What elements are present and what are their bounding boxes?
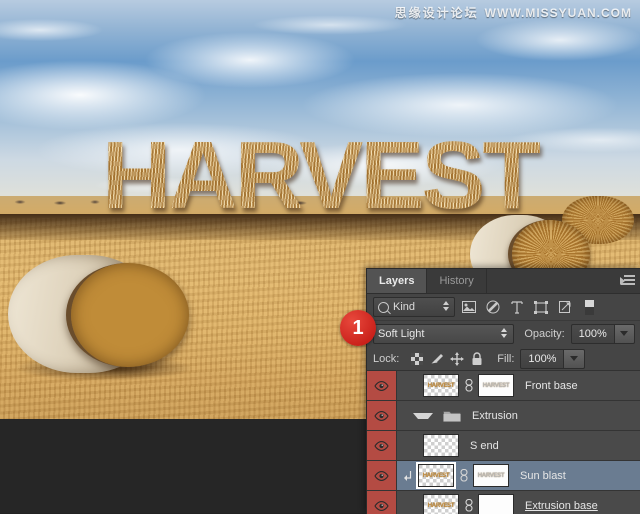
layer-thumbnail[interactable]: HARVEST (416, 462, 456, 489)
lock-image-pixels-icon[interactable] (427, 351, 447, 367)
lock-transparent-pixels-icon[interactable] (407, 351, 427, 367)
watermark-url: WWW.MISSYUAN.COM (484, 6, 632, 20)
layer-thumbnail[interactable] (423, 434, 459, 457)
lock-label: Lock: (373, 352, 400, 365)
filter-toggle-icon[interactable] (579, 298, 599, 316)
link-mask-icon[interactable] (464, 379, 473, 392)
blend-mode-select[interactable]: Soft Light (373, 323, 515, 344)
stepper-arrows-icon (501, 327, 508, 340)
layer-thumbnail[interactable]: HARVEST (423, 494, 459, 514)
table-row[interactable]: Extrusion (367, 401, 640, 431)
panel-menu-icon[interactable] (620, 275, 635, 287)
layer-thumbnail-text: HARVEST (427, 502, 455, 509)
fill-input[interactable]: 100% (520, 348, 565, 369)
layer-visibility-toggle[interactable] (367, 461, 397, 490)
layer-thumbnail-text: HARVEST (422, 472, 450, 479)
stepper-arrows-icon (443, 301, 450, 313)
filter-kind-select[interactable]: Kind (373, 297, 455, 317)
group-expand-triangle-icon[interactable] (413, 412, 433, 419)
lock-position-icon[interactable] (447, 351, 467, 367)
filter-smart-object-icon[interactable] (555, 298, 575, 316)
lock-all-icon[interactable] (467, 351, 487, 367)
filter-type-icon[interactable] (507, 298, 527, 316)
table-row[interactable]: S end (367, 431, 640, 461)
search-icon (378, 301, 389, 313)
folder-icon (443, 409, 461, 422)
table-row[interactable]: HARVEST HARVEST Front base (367, 371, 640, 401)
layer-visibility-toggle[interactable] (367, 431, 397, 460)
layer-visibility-toggle[interactable] (367, 371, 397, 400)
layer-mask-thumbnail[interactable]: HARVEST (478, 374, 514, 397)
lock-fill-row: Lock: Fill: 100% (367, 346, 640, 371)
layer-name-edit-field[interactable]: Extrusion base (525, 500, 598, 512)
layers-list[interactable]: HARVEST HARVEST Front base Extrusion S e… (367, 370, 640, 514)
opacity-input[interactable]: 100% (570, 323, 615, 344)
layer-mask-text: HARVEST (477, 472, 505, 479)
layer-visibility-toggle[interactable] (367, 491, 397, 514)
link-mask-icon[interactable] (464, 499, 473, 512)
fill-dropdown-arrow[interactable] (564, 348, 586, 369)
filter-pixel-icon[interactable] (459, 298, 479, 316)
table-row[interactable]: HARVEST HARVEST Sun blast (367, 461, 640, 491)
fill-label: Fill: (497, 352, 515, 365)
harvest-straw-text: HARVEST (0, 124, 640, 228)
table-row[interactable]: HARVEST Extrusion base (367, 491, 640, 514)
layer-thumbnail-text: HARVEST (427, 382, 455, 389)
blend-opacity-row: Soft Light Opacity: 100% (367, 321, 640, 346)
link-mask-icon[interactable] (459, 469, 468, 482)
tab-history[interactable]: History (427, 269, 487, 293)
layer-name[interactable]: S end (470, 440, 499, 452)
layer-mask-text: HARVEST (482, 382, 510, 389)
site-watermark: 思缘设计论坛 WWW.MISSYUAN.COM (395, 4, 632, 21)
step-number-badge: 1 (340, 310, 376, 346)
filter-kind-label: Kind (393, 301, 416, 313)
tab-layers[interactable]: Layers (367, 269, 428, 293)
layer-thumbnail[interactable]: HARVEST (423, 374, 459, 397)
hay-bale-left (8, 255, 194, 381)
opacity-dropdown-arrow[interactable] (614, 323, 635, 344)
clipping-mask-arrow-icon (403, 470, 413, 482)
filter-adjustment-icon[interactable] (483, 298, 503, 316)
panel-tab-bar: Layers History (367, 269, 640, 294)
layer-mask-thumbnail[interactable]: HARVEST (473, 464, 509, 487)
blend-mode-value: Soft Light (378, 327, 425, 340)
layers-panel: Layers History Kind Soft Light Opacity: … (366, 268, 640, 514)
opacity-label: Opacity: (524, 327, 565, 340)
layer-filter-row: Kind (367, 294, 640, 321)
layer-visibility-toggle[interactable] (367, 401, 397, 430)
layer-mask-thumbnail[interactable] (478, 494, 514, 514)
layer-name[interactable]: Front base (525, 380, 578, 392)
layer-group-name[interactable]: Extrusion (472, 410, 518, 422)
filter-shape-icon[interactable] (531, 298, 551, 316)
watermark-chinese: 思缘设计论坛 (394, 6, 479, 20)
layer-name[interactable]: Sun blast (520, 470, 566, 482)
